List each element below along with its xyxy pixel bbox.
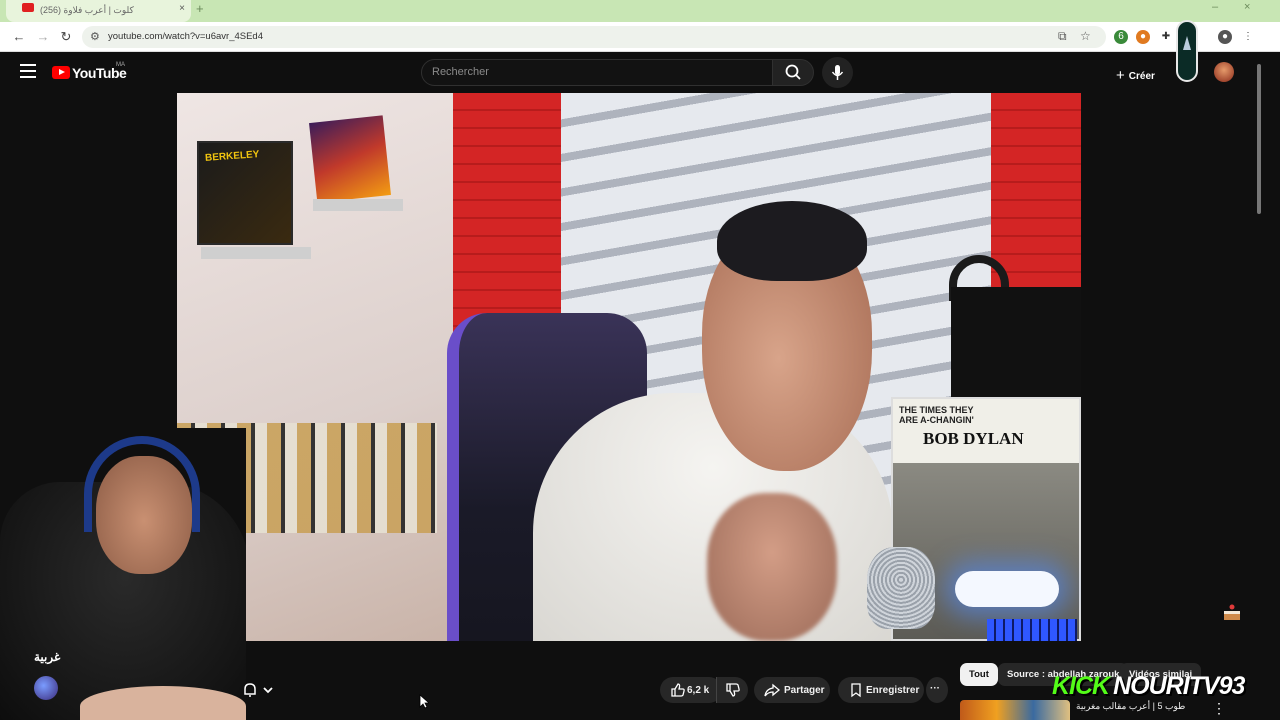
mouse-cursor-icon — [419, 694, 429, 709]
like-button[interactable]: 6,2 k — [660, 677, 722, 703]
youtube-favicon-icon — [22, 3, 34, 12]
voice-search-button[interactable] — [822, 57, 853, 88]
dislike-button[interactable] — [716, 677, 748, 703]
webcam-overlay — [0, 428, 246, 720]
share-button[interactable]: Partager — [754, 677, 830, 703]
scene-shelf — [313, 199, 403, 211]
webcam-pillow — [80, 686, 246, 720]
like-count: 6,2 k — [687, 685, 710, 696]
hamburger-menu-icon[interactable] — [20, 64, 36, 78]
address-bar[interactable]: ⚙ youtube.com/watch?v=u6avr_4SEd4 ⧉ ☆ — [82, 26, 1106, 48]
save-button[interactable]: Enregistrer — [838, 677, 924, 703]
search-box — [421, 59, 773, 86]
thumbs-down-icon — [726, 683, 740, 697]
browser-menu-icon[interactable]: ⋮ — [1241, 30, 1255, 44]
scene-microphone — [867, 547, 935, 629]
create-button[interactable]: + Créer — [1108, 60, 1170, 85]
kick-watermark: KICK NOURITV93 — [1052, 672, 1245, 700]
search-icon — [785, 64, 801, 80]
recommendation-thumbnail[interactable] — [960, 700, 1070, 720]
bookmark-icon — [851, 683, 861, 698]
extension-orange-icon[interactable]: ● — [1136, 30, 1150, 44]
recommendation-menu-icon[interactable]: ⋮ — [1212, 700, 1226, 717]
scene-poster-berkeley: BERKELEY — [197, 141, 293, 245]
forward-icon[interactable]: → — [34, 28, 52, 46]
profile-icon[interactable]: ● — [1218, 30, 1232, 44]
reload-icon[interactable]: ↻ — [57, 28, 75, 46]
more-horizontal-icon: ··· — [930, 683, 940, 694]
youtube-header: YouTube MA +Créer — [0, 52, 1254, 92]
recommendation-title[interactable]: طوب 5 | أعرب مقالب مغربية — [1076, 701, 1185, 712]
more-actions-button[interactable]: ··· — [926, 677, 948, 703]
share-icon — [764, 683, 780, 697]
search-input[interactable] — [422, 60, 752, 78]
browser-tab[interactable]: كلوت | أعرب فلاوة (256) × — [6, 0, 191, 22]
thumbs-up-icon — [671, 683, 685, 697]
microphone-icon — [831, 65, 844, 80]
install-icon[interactable]: ⧉ — [1058, 29, 1067, 44]
scene-monitor — [951, 287, 1081, 397]
video-player[interactable]: BERKELEY THE TIMES THEY ARE A-CHANGIN' B… — [177, 93, 1081, 641]
search-button[interactable] — [772, 59, 814, 86]
scene-person-hand — [707, 493, 837, 641]
plus-icon: + — [1116, 67, 1125, 84]
scene-shelf — [201, 247, 311, 259]
page-scrollbar[interactable] — [1254, 52, 1264, 720]
close-tab-icon[interactable]: × — [179, 3, 185, 14]
browser-toolbar: ← → ↻ ⚙ youtube.com/watch?v=u6avr_4SEd4 … — [0, 22, 1280, 52]
back-icon[interactable]: ← — [10, 28, 28, 46]
cake-icon — [1224, 604, 1240, 620]
bell-icon — [244, 683, 273, 697]
scene-keyboard — [987, 619, 1077, 641]
scene-person-hair — [717, 201, 867, 281]
bookmark-star-icon[interactable]: ☆ — [1080, 29, 1091, 43]
channel-avatar[interactable] — [34, 676, 58, 700]
site-info-icon[interactable]: ⚙ — [90, 30, 100, 43]
notification-bell-button[interactable] — [236, 677, 284, 703]
close-window-icon[interactable]: × — [1244, 1, 1250, 13]
region-code: MA — [116, 62, 125, 68]
extensions-puzzle-icon[interactable]: ✚ — [1159, 30, 1173, 44]
scene-light-bar — [955, 571, 1059, 607]
chip-all[interactable]: Tout — [960, 663, 998, 686]
url-text: youtube.com/watch?v=u6avr_4SEd4 — [108, 31, 264, 42]
browser-tab-strip: كلوت | أعرب فلاوة (256) × + – × — [0, 0, 1280, 22]
scene-poster-art — [309, 115, 391, 203]
extension-badge-icon[interactable]: 6 — [1114, 30, 1128, 44]
minimize-icon[interactable]: – — [1212, 1, 1218, 13]
channel-name[interactable]: غربية — [34, 650, 60, 664]
tab-title: كلوت | أعرب فلاوة (256) — [40, 5, 134, 15]
account-avatar[interactable] — [1214, 62, 1234, 82]
youtube-logo-icon[interactable] — [52, 66, 70, 79]
scroll-thumb[interactable] — [1257, 64, 1261, 214]
new-tab-button[interactable]: + — [196, 1, 204, 16]
channel-emblem-overlay — [1176, 20, 1198, 82]
